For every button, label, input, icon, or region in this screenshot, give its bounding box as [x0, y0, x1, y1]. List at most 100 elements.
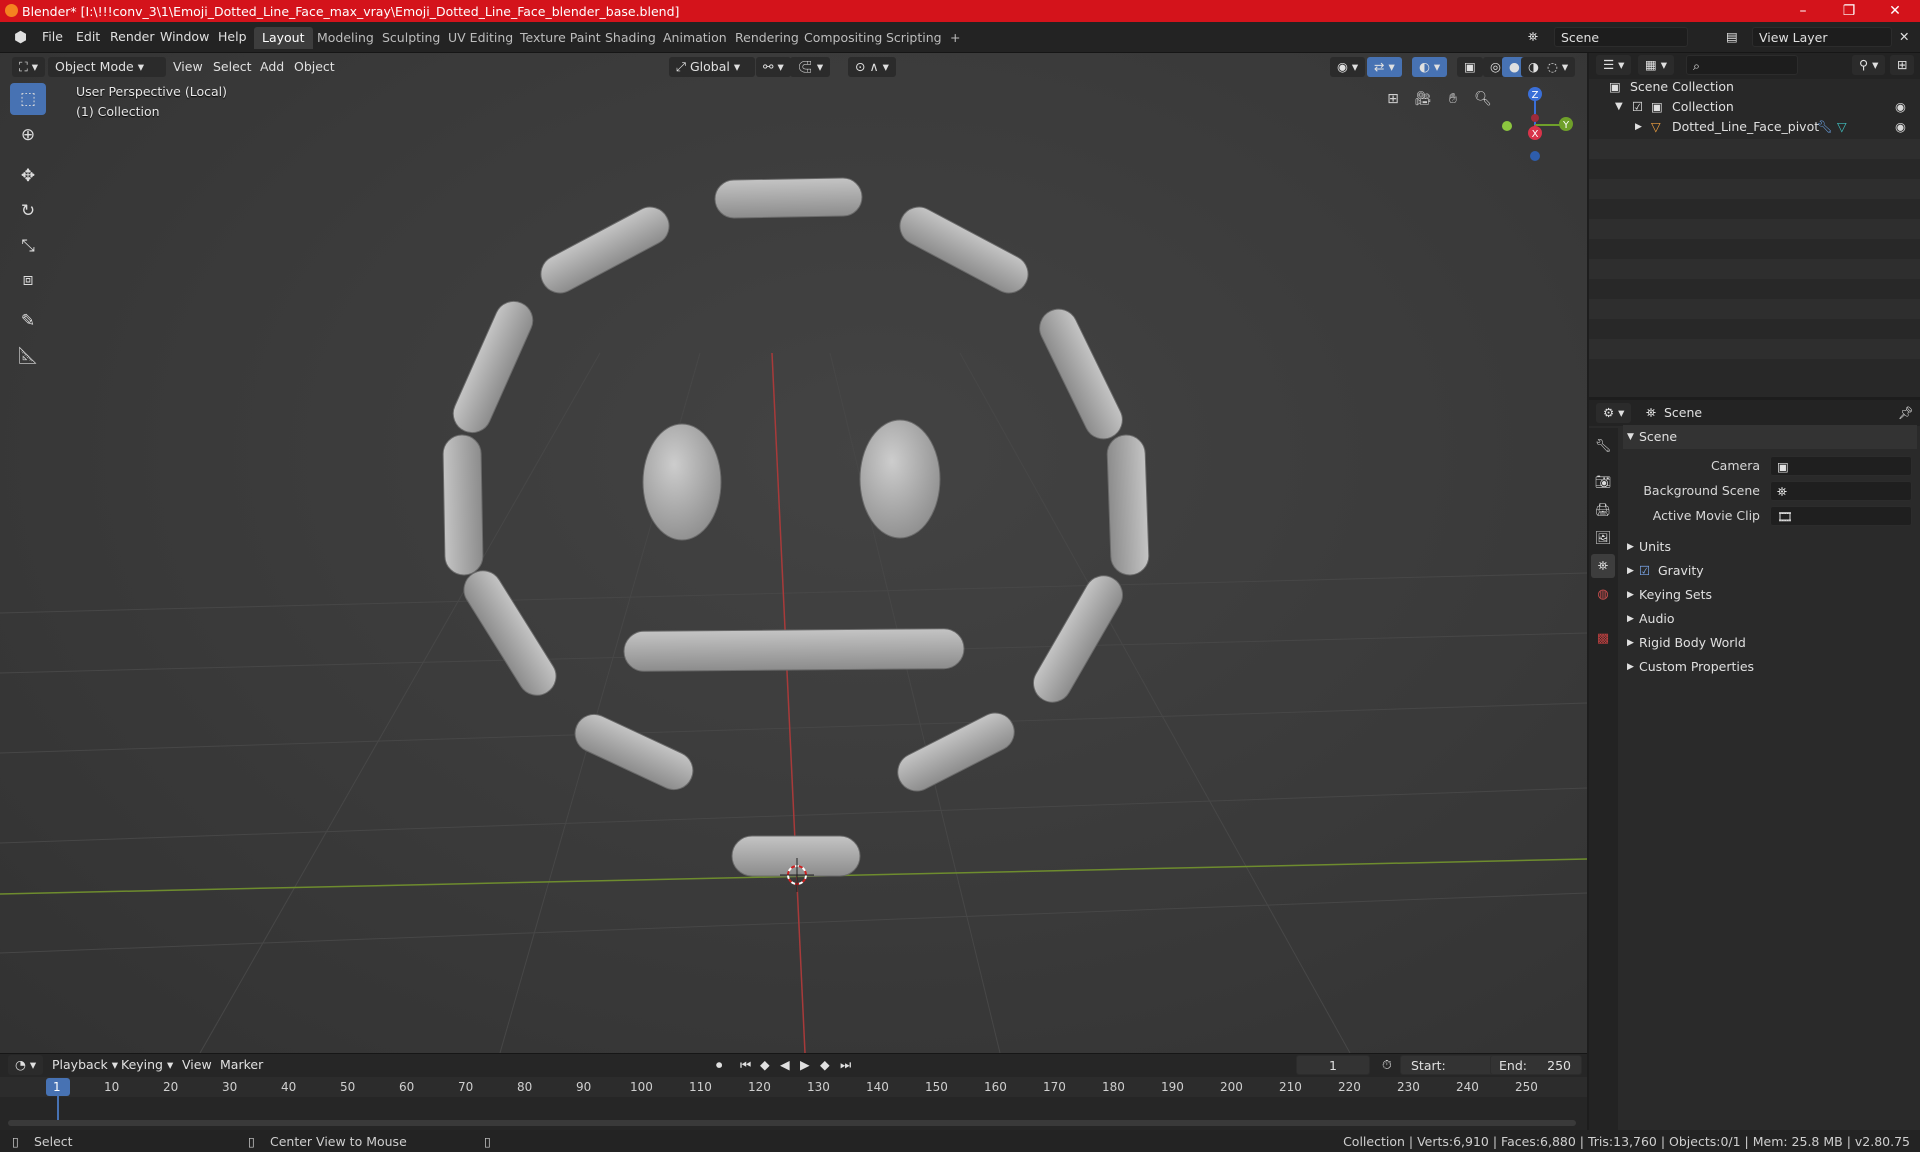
gizmo-neg-y[interactable] [1502, 121, 1512, 131]
transform-icon[interactable]: ⧈ [10, 264, 46, 296]
close-button[interactable]: ✕ [1872, 0, 1918, 22]
navigation-gizmo[interactable]: Z Y X [1490, 82, 1580, 168]
tab-animation[interactable]: Animation [655, 27, 735, 49]
gravity-panel[interactable]: ▶ ☑ Gravity [1623, 559, 1917, 583]
xray-icon[interactable]: ▣ [1457, 57, 1483, 77]
stopwatch-icon[interactable]: ⏱ [1376, 1055, 1398, 1075]
3d-viewport[interactable] [0, 53, 1587, 1053]
output-tab-icon[interactable]: 🖨︎ [1591, 498, 1615, 522]
rotate-icon[interactable]: ↻ [10, 195, 46, 227]
view-layer-tab-icon[interactable]: 🖼︎ [1591, 526, 1615, 550]
select-box-icon[interactable]: ⬚ [10, 83, 46, 115]
snap-icon[interactable]: 🧲︎ ▾ [790, 57, 831, 77]
overlay-toggle-icon[interactable]: ◐ ▾ [1412, 57, 1448, 77]
tab-compositing[interactable]: Compositing [796, 27, 890, 49]
menu-help[interactable]: Help [212, 27, 253, 47]
tab-modeling[interactable]: Modeling [309, 27, 382, 49]
record-icon[interactable]: ⏺ [710, 1055, 728, 1075]
minimize-button[interactable]: – [1780, 0, 1826, 22]
properties-editor-type-icon[interactable]: ⚙ ▾ [1596, 403, 1632, 423]
view-layer-field[interactable]: View Layer [1752, 27, 1892, 47]
tab-shading[interactable]: Shading [597, 27, 664, 49]
outliner-editor-type-icon[interactable]: ☰ ▾ [1596, 55, 1632, 75]
custom-properties-panel[interactable]: ▶ Custom Properties [1623, 655, 1917, 679]
texture-tab-icon[interactable]: ▩ [1591, 626, 1615, 650]
orientation-dropdown[interactable]: ⤢ Global ▾ [669, 57, 755, 77]
rigid-body-world-panel[interactable]: ▶ Rigid Body World [1623, 631, 1917, 655]
menu-render[interactable]: Render [104, 27, 161, 47]
outliner-row-object[interactable]: ▶ ▽ Dotted_Line_Face_pivot 🔧︎ ▽ ◉ [1589, 117, 1920, 137]
current-frame-field[interactable]: 1 [1296, 1055, 1370, 1075]
timeline-menu-view[interactable]: View [176, 1055, 218, 1075]
blender-menu-icon[interactable]: ⬢ [8, 27, 33, 47]
world-tab-icon[interactable]: ◍ [1591, 582, 1615, 606]
menu-file[interactable]: File [36, 27, 69, 47]
mesh-data-icon[interactable]: ▽ [1837, 117, 1847, 137]
pivot-icon[interactable]: ⚯ ▾ [756, 57, 791, 77]
expand-icon[interactable]: ▶ [1635, 117, 1642, 137]
move-icon[interactable]: ✥ [10, 160, 46, 192]
cursor-icon[interactable]: ⊕ [10, 119, 46, 151]
maximize-button[interactable]: ❐ [1826, 0, 1872, 22]
end-frame-field[interactable]: End: 250 [1490, 1055, 1582, 1075]
viewport-menu-object[interactable]: Object [288, 57, 341, 77]
view-layer-icon[interactable]: ▤ [1720, 27, 1744, 47]
viewport-menu-view[interactable]: View [167, 57, 209, 77]
add-workspace-button[interactable]: + [942, 27, 968, 49]
modifier-wrench-icon[interactable]: 🔧︎ [1817, 117, 1833, 137]
scale-icon[interactable]: ⤡ [10, 230, 46, 262]
timeline-menu-playback[interactable]: Playback ▾ [46, 1055, 124, 1075]
play-reverse-icon[interactable]: ◀ [774, 1055, 796, 1075]
play-icon[interactable]: ▶ [794, 1055, 816, 1075]
exclude-checkbox[interactable]: ☑ [1632, 97, 1643, 117]
display-mode-icon[interactable]: ▦ ▾ [1638, 55, 1675, 75]
audio-panel[interactable]: ▶ Audio [1623, 607, 1917, 631]
mode-dropdown[interactable]: Object Mode ▾ [48, 57, 166, 77]
camera-view-icon[interactable]: 🎥︎ [1410, 86, 1436, 112]
viewport-menu-add[interactable]: Add [254, 57, 290, 77]
tab-scripting[interactable]: Scripting [878, 27, 950, 49]
remove-view-layer-icon[interactable]: ✕ [1893, 27, 1915, 47]
tool-tab-icon[interactable]: 🔧︎ [1591, 434, 1615, 458]
outliner-row-collection[interactable]: ▼ ☑ ▣ Collection ◉ [1589, 97, 1920, 117]
scene-icon[interactable]: ⛯ [1522, 27, 1544, 47]
render-tab-icon[interactable]: 📷︎ [1591, 470, 1615, 494]
timeline-editor-type-icon[interactable]: ◔ ▾ [8, 1055, 44, 1075]
editor-type-icon[interactable]: ⛶ ▾ [12, 57, 45, 77]
gizmo-toggle-icon[interactable]: ⇄ ▾ [1367, 57, 1402, 77]
timeline-menu-keying[interactable]: Keying ▾ [115, 1055, 179, 1075]
gizmo-neg-x[interactable] [1531, 114, 1539, 122]
active-movie-clip-field[interactable]: 🎞︎ [1770, 506, 1912, 526]
next-keyframe-icon[interactable]: ◆ [814, 1055, 836, 1075]
tab-sculpting[interactable]: Sculpting [374, 27, 448, 49]
scene-tab-icon[interactable]: ⛯ [1591, 554, 1615, 578]
tab-layout[interactable]: Layout [254, 27, 313, 49]
camera-field[interactable]: ▣ [1770, 456, 1912, 476]
outliner-row-scene-collection[interactable]: ▣ Scene Collection [1589, 77, 1920, 97]
menu-window[interactable]: Window [154, 27, 215, 47]
visibility-icon[interactable]: ◉ ▾ [1330, 57, 1366, 77]
timeline-scrollbar[interactable] [8, 1120, 1576, 1126]
gizmo-neg-z[interactable] [1530, 151, 1540, 161]
scene-panel-header[interactable]: ▼ Scene [1623, 425, 1917, 449]
rendered-shading-icon[interactable]: ◌ ▾ [1540, 57, 1576, 77]
outliner-search-input[interactable]: ⌕ [1686, 55, 1798, 75]
gravity-checkbox[interactable]: ☑ [1639, 559, 1650, 583]
menu-edit[interactable]: Edit [70, 27, 106, 47]
units-panel[interactable]: ▶ Units [1623, 535, 1917, 559]
new-collection-icon[interactable]: ⊞ [1890, 55, 1915, 75]
measure-icon[interactable]: 📐︎ [10, 340, 46, 372]
prev-keyframe-icon[interactable]: ◆ [754, 1055, 776, 1075]
timeline-menu-marker[interactable]: Marker [214, 1055, 269, 1075]
viewport-menu-select[interactable]: Select [207, 57, 258, 77]
tab-uv-editing[interactable]: UV Editing [440, 27, 521, 49]
object-visibility-eye-icon[interactable]: ◉ [1895, 117, 1906, 137]
annotate-icon[interactable]: ✎ [10, 305, 46, 337]
filter-icon[interactable]: ⚲ ▾ [1852, 55, 1886, 75]
proportional-edit-icon[interactable]: ⊙ ∧ ▾ [848, 57, 896, 77]
tab-rendering[interactable]: Rendering [727, 27, 807, 49]
collection-visibility-eye-icon[interactable]: ◉ [1895, 97, 1906, 117]
grid-view-icon[interactable]: ⊞ [1380, 86, 1406, 112]
scene-field[interactable]: Scene [1554, 27, 1688, 47]
tab-texture-paint[interactable]: Texture Paint [512, 27, 609, 49]
